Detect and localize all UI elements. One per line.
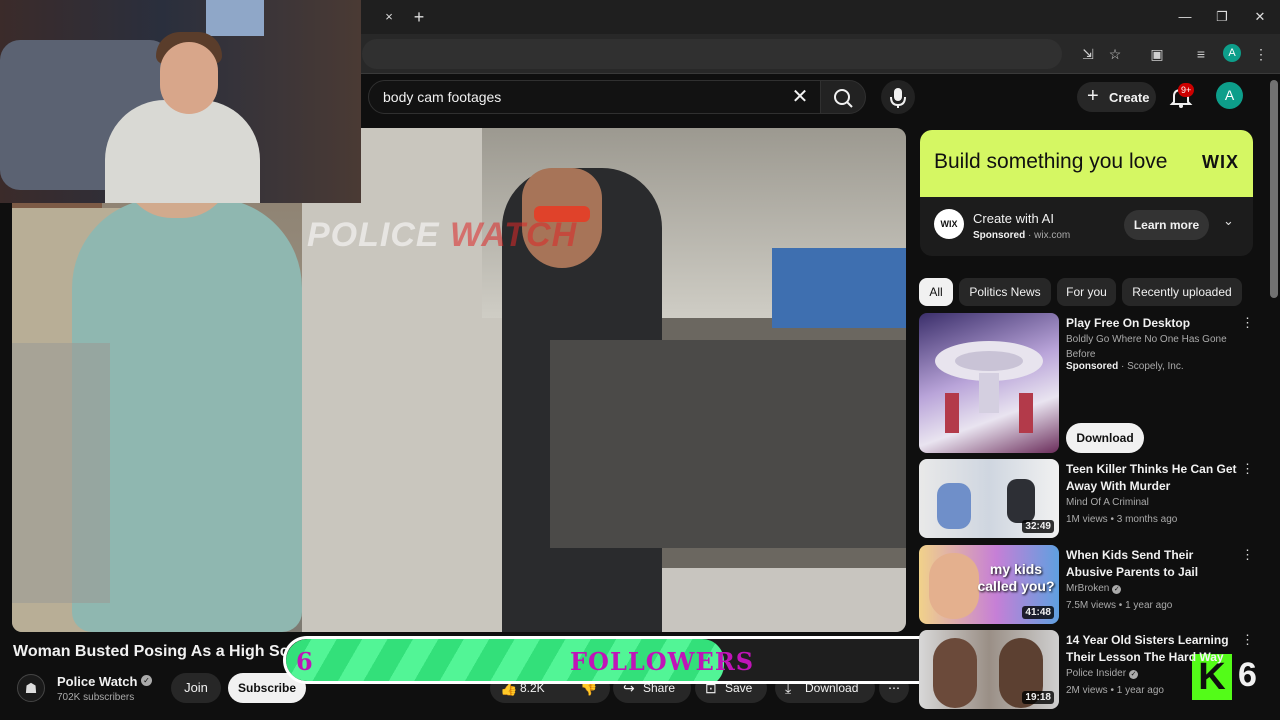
video-sky	[772, 248, 906, 328]
plus-icon: +	[1087, 85, 1099, 107]
video-blur-region	[550, 340, 906, 548]
microphone-icon	[890, 88, 906, 108]
video-duration: 19:18	[1022, 691, 1054, 704]
browser-menu-icon[interactable]: ⋮	[1250, 43, 1272, 65]
search-query: body cam footages	[383, 89, 502, 105]
webcam-overlay	[0, 0, 361, 203]
close-window-button[interactable]: ✕	[1247, 6, 1273, 28]
recommendation-item[interactable]: my kids called you? 41:48 When Kids Send…	[919, 545, 1259, 625]
recommendation-subtitle: Boldly Go Where No One Has Gone Before	[1066, 334, 1227, 360]
webcam-streamer-body	[105, 100, 260, 203]
create-button[interactable]: + Create	[1077, 82, 1156, 112]
recommendation-item[interactable]: 32:49 Teen Killer Thinks He Can Get Away…	[919, 459, 1259, 539]
download-app-button[interactable]: Download	[1066, 423, 1144, 453]
extensions-icon[interactable]: ▣	[1146, 43, 1168, 65]
recommendation-title[interactable]: 14 Year Old Sisters Learning Their Lesso…	[1066, 632, 1238, 666]
video-title: Woman Busted Posing As a High Sc	[13, 643, 289, 660]
ad-banner[interactable]: Build something you love WIX	[920, 130, 1253, 197]
video-blur-region	[12, 343, 110, 603]
recommendation-meta: 7.5M views • 1 year ago	[1066, 600, 1173, 611]
thumbnail-face	[933, 638, 977, 708]
chevron-down-icon[interactable]: ⌄	[1223, 213, 1234, 229]
thumbnail-caption: my kids called you?	[977, 561, 1055, 594]
video-player[interactable]: POLICE WATCH	[12, 128, 906, 632]
verified-icon: ✓	[141, 675, 152, 686]
ad-banner-text: Build something you love	[934, 150, 1168, 173]
join-button[interactable]: Join	[171, 673, 221, 703]
starship-image	[935, 341, 1043, 433]
ad-title[interactable]: Create with AI	[973, 211, 1054, 226]
follower-count: 6	[296, 647, 313, 676]
kebab-menu-icon[interactable]: ⋮	[1241, 547, 1254, 563]
filter-chips: All Politics News For you Recently uploa…	[919, 278, 1259, 306]
chip-all[interactable]: All	[919, 278, 953, 306]
recommendation-channel[interactable]: Police Insider	[1066, 668, 1126, 679]
recommendation-meta: 1M views • 3 months ago	[1066, 514, 1178, 525]
recommendation-thumbnail[interactable]: 32:49	[919, 459, 1059, 538]
sponsored-recommendation[interactable]: Play Free On Desktop Boldly Go Where No …	[919, 313, 1259, 453]
notification-count-badge: 9+	[1178, 83, 1195, 97]
recommendation-channel-row: Police Insider ✓	[1066, 668, 1139, 679]
account-avatar[interactable]: A	[1216, 82, 1243, 109]
subscriber-count: 702K subscribers	[57, 692, 135, 703]
webcam-streamer-head	[160, 42, 218, 114]
create-label: Create	[1109, 90, 1150, 105]
channel-avatar[interactable]: ☗	[17, 674, 45, 702]
thumbnail-face	[929, 553, 979, 619]
verified-icon: ✓	[1112, 585, 1122, 594]
chip-for-you[interactable]: For you	[1057, 278, 1116, 306]
chip-recently-uploaded[interactable]: Recently uploaded	[1122, 278, 1242, 306]
reading-list-icon[interactable]: ≡	[1190, 43, 1212, 65]
learn-more-button[interactable]: Learn more	[1124, 210, 1209, 240]
webcam-monitor	[206, 0, 264, 36]
search-input[interactable]: body cam footages ✕	[368, 80, 822, 114]
page-scrollbar[interactable]	[1270, 80, 1278, 298]
thumbnail-figure	[1007, 479, 1035, 523]
address-bar[interactable]	[362, 39, 1062, 69]
screen: × + — ❐ ✕ ⇲ ☆ ▣ ≡ A ⋮ body cam footages …	[0, 0, 1280, 720]
recommendation-thumbnail[interactable]	[919, 313, 1059, 453]
video-pillar	[302, 128, 512, 632]
recommendation-title[interactable]: Teen Killer Thinks He Can Get Away With …	[1066, 461, 1238, 495]
install-app-icon[interactable]: ⇲	[1077, 43, 1099, 65]
recommendation-channel[interactable]: MrBroken	[1066, 583, 1109, 594]
sponsor-line: Sponsored · Scopely, Inc.	[1066, 361, 1184, 372]
ad-card: WIX Create with AI Sponsored · wix.com L…	[920, 197, 1253, 256]
recommendation-thumbnail[interactable]: 19:18	[919, 630, 1059, 709]
verified-icon: ✓	[1129, 670, 1139, 679]
kebab-menu-icon[interactable]: ⋮	[1241, 315, 1254, 331]
thumbnail-figure	[937, 483, 971, 529]
video-duration: 32:49	[1022, 520, 1054, 533]
follower-label: FOLLOWERS	[570, 647, 755, 676]
search-icon	[834, 89, 853, 108]
search-button[interactable]	[820, 80, 866, 114]
recommendation-item[interactable]: 19:18 14 Year Old Sisters Learning Their…	[919, 630, 1259, 710]
recommendation-meta: 2M views • 1 year ago	[1066, 685, 1164, 696]
browser-profile-avatar[interactable]: A	[1223, 44, 1241, 62]
ad-logo: WIX	[934, 209, 964, 239]
recommendation-title[interactable]: Play Free On Desktop	[1066, 315, 1238, 332]
video-duration: 41:48	[1022, 606, 1054, 619]
recommendation-title[interactable]: When Kids Send Their Abusive Parents to …	[1066, 547, 1238, 581]
clear-search-icon[interactable]: ✕	[789, 86, 811, 108]
voice-search-button[interactable]	[881, 80, 915, 114]
kebab-menu-icon[interactable]: ⋮	[1241, 461, 1254, 477]
kebab-menu-icon[interactable]: ⋮	[1241, 632, 1254, 648]
bookmark-star-icon[interactable]: ☆	[1104, 43, 1126, 65]
recommendation-channel-row: MrBroken ✓	[1066, 583, 1122, 594]
video-watermark: POLICE WATCH	[307, 216, 578, 254]
restore-button[interactable]: ❐	[1209, 6, 1235, 28]
ad-sponsor-line: Sponsored · wix.com	[973, 230, 1071, 241]
channel-name[interactable]: Police Watch	[57, 674, 137, 689]
minimize-button[interactable]: —	[1172, 6, 1198, 28]
recommendation-channel[interactable]: Mind Of A Criminal	[1066, 497, 1149, 508]
new-tab-button[interactable]: +	[410, 7, 428, 27]
recommendation-thumbnail[interactable]: my kids called you? 41:48	[919, 545, 1059, 624]
chip-politics-news[interactable]: Politics News	[959, 278, 1051, 306]
tab-close-button[interactable]: ×	[380, 8, 398, 26]
ad-banner-brand: WIX	[1202, 152, 1239, 172]
